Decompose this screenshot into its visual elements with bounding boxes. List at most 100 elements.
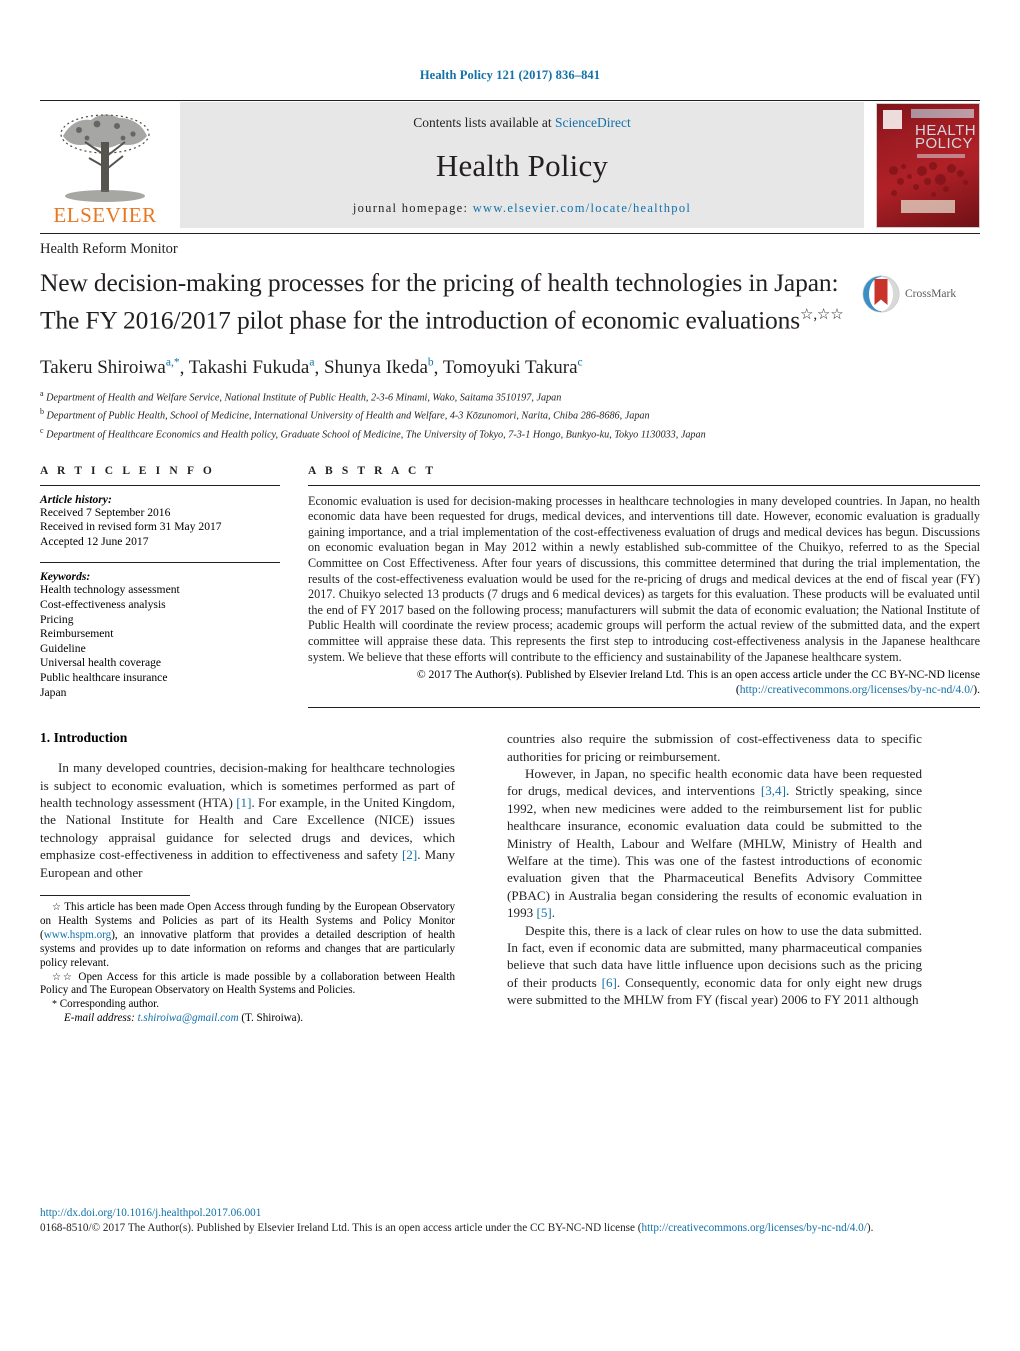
issn-text-end: ). — [866, 1222, 874, 1234]
citation-ref[interactable]: [5] — [536, 905, 551, 920]
author-email-link[interactable]: t.shiroiwa@gmail.com — [138, 1012, 239, 1024]
abstract-rule-bottom — [308, 707, 980, 709]
journal-masthead: ELSEVIER Contents lists available at Sci… — [40, 102, 980, 228]
issn-copyright-line: 0168-8510/© 2017 The Author(s). Publishe… — [40, 1221, 980, 1235]
abstract-column: A B S T R A C T Economic evaluation is u… — [308, 465, 980, 709]
keywords-label: Keywords: — [40, 570, 91, 584]
intro-paragraph-left-1: In many developed countries, decision-ma… — [40, 759, 455, 881]
author-4-sup: c — [577, 356, 583, 369]
author-3: Shunya Ikedab — [324, 357, 434, 378]
crossmark-badge[interactable]: CrossMark — [862, 267, 980, 313]
hspm-link[interactable]: www.hspm.org — [44, 929, 112, 941]
journal-homepage-line: journal homepage: www.elsevier.com/locat… — [353, 201, 691, 216]
journal-cover-thumbnail: HEALTH POLICY — [876, 102, 980, 228]
title-footnote-marks: ☆,☆☆ — [800, 307, 844, 323]
elsevier-logo: ELSEVIER — [40, 102, 170, 228]
author-1: Takeru Shiroiwaa,* — [40, 357, 180, 378]
footnote-email-line: E-mail address: t.shiroiwa@gmail.com (T.… — [40, 1012, 455, 1026]
article-section-type: Health Reform Monitor — [40, 233, 980, 258]
cc-license-link[interactable]: http://creativecommons.org/licenses/by-n… — [740, 683, 974, 696]
citation-ref[interactable]: [2] — [402, 847, 417, 862]
body-columns: 1. Introduction In many developed countr… — [40, 730, 980, 1026]
keyword-item: Japan — [40, 685, 67, 699]
keyword-item: Pricing — [40, 612, 74, 626]
keywords-rule — [40, 562, 280, 564]
email-owner: (T. Shiroiwa). — [241, 1012, 304, 1025]
body-column-right: countries also require the submission of… — [481, 730, 922, 1026]
running-head: Health Policy 121 (2017) 836–841 — [419, 68, 601, 82]
article-info-heading: A R T I C L E I N F O — [40, 464, 215, 477]
info-and-abstract: A R T I C L E I N F O Article history: R… — [40, 465, 980, 709]
elsevier-wordmark: ELSEVIER — [53, 203, 157, 227]
author-4: Tomoyuki Takurac — [443, 357, 583, 378]
affiliation-a-text: Department of Health and Welfare Service… — [46, 392, 562, 404]
intro-paragraph-right-1: countries also require the submission of… — [507, 730, 922, 765]
author-1-sup: a,* — [165, 356, 180, 369]
author-list: Takeru Shiroiwaa,*, Takashi Fukudaa, Shu… — [40, 356, 583, 378]
masthead-top-rule — [40, 100, 980, 101]
footnote-corresponding-author: * Corresponding author. — [40, 998, 455, 1012]
article-info-column: A R T I C L E I N F O Article history: R… — [40, 465, 308, 709]
author-3-name: Shunya Ikeda — [323, 356, 428, 378]
affiliation-list: a Department of Health and Welfare Servi… — [40, 387, 980, 443]
page-title: New decision-making processes for the pr… — [40, 267, 852, 337]
keywords-block: Keywords: Health technology assessment C… — [40, 562, 280, 700]
section-heading-introduction: 1. Introduction — [40, 730, 128, 746]
author-2-name: Takashi Fukuda — [188, 356, 310, 378]
text-run: countries also require the submission of… — [507, 731, 922, 764]
text-run: . Strictly speaking, since 1992, when ne… — [507, 783, 923, 921]
affiliation-b: b Department of Public Health, School of… — [40, 405, 980, 424]
citation-ref[interactable]: [6] — [602, 975, 617, 990]
affiliation-b-text: Department of Public Health, School of M… — [46, 410, 650, 422]
journal-homepage-link[interactable]: www.elsevier.com/locate/healthpol — [473, 201, 691, 215]
history-received: Received 7 September 2016 — [40, 505, 171, 519]
article-info-rule — [40, 484, 280, 486]
history-accepted: Accepted 12 June 2017 — [40, 534, 149, 548]
crossmark-label: CrossMark — [905, 288, 957, 300]
contents-available-line: Contents lists available at ScienceDirec… — [413, 115, 630, 131]
text-run: . — [551, 905, 556, 921]
abstract-rule-top — [308, 484, 980, 486]
body-column-left: 1. Introduction In many developed countr… — [40, 730, 481, 1026]
keyword-item: Health technology assessment — [40, 583, 180, 597]
elsevier-tree-icon — [60, 114, 150, 202]
intro-paragraph-right-3: Despite this, there is a lack of clear r… — [507, 922, 922, 1009]
masthead-center-panel: Contents lists available at ScienceDirec… — [180, 102, 864, 228]
affiliation-c: c Department of Healthcare Economics and… — [40, 424, 980, 443]
author-3-sup: b — [427, 356, 434, 369]
doi-link[interactable]: http://dx.doi.org/10.1016/j.healthpol.20… — [40, 1207, 980, 1219]
journal-title: Health Policy — [435, 148, 609, 183]
journal-article-page: Health Policy 121 (2017) 836–841 ELSEVIE… — [0, 0, 1020, 1351]
footnote-text: Corresponding author. — [57, 998, 159, 1011]
copyright-post: ). — [973, 683, 980, 697]
cover-footer-logo — [901, 199, 955, 213]
homepage-prefix: journal homepage: — [352, 201, 473, 215]
crossmark-icon — [862, 275, 900, 313]
citation-ref[interactable]: [1] — [236, 795, 251, 810]
title-row: New decision-making processes for the pr… — [40, 267, 980, 337]
keyword-item: Universal health coverage — [40, 656, 162, 670]
email-label: E-mail address: — [64, 1012, 135, 1025]
footnote-star-2: ☆☆ Open Access for this article is made … — [40, 971, 455, 999]
footnote-mark-star: ☆ — [52, 901, 62, 913]
intro-paragraph-right-2: However, in Japan, no specific health ec… — [507, 765, 922, 922]
author-4-name: Tomoyuki Takura — [442, 356, 578, 378]
author-2: Takashi Fukudaa — [189, 357, 315, 378]
article-title-text: New decision-making processes for the pr… — [40, 268, 839, 335]
abstract-text: Economic evaluation is used for decision… — [308, 493, 980, 664]
title-column: New decision-making processes for the pr… — [40, 267, 862, 337]
footnote-text: Open Access for this article is made pos… — [40, 970, 455, 997]
history-revised: Received in revised form 31 May 2017 — [40, 520, 222, 534]
author-2-sup: a — [309, 356, 315, 369]
contents-prefix: Contents lists available at — [413, 115, 555, 130]
keyword-item: Public healthcare insurance — [40, 670, 168, 684]
abstract-heading: A B S T R A C T — [308, 464, 437, 477]
citation-ref[interactable]: [3,4] — [761, 783, 786, 798]
affiliation-a: a Department of Health and Welfare Servi… — [40, 387, 980, 406]
article-history-label: Article history: — [40, 492, 112, 506]
sciencedirect-link[interactable]: ScienceDirect — [555, 115, 631, 130]
affiliation-a-mark: a — [40, 388, 44, 398]
affiliation-b-mark: b — [40, 407, 44, 417]
issn-text: 0168-8510/© 2017 The Author(s). Publishe… — [40, 1222, 642, 1234]
footer-cc-license-link[interactable]: http://creativecommons.org/licenses/by-n… — [642, 1222, 867, 1234]
